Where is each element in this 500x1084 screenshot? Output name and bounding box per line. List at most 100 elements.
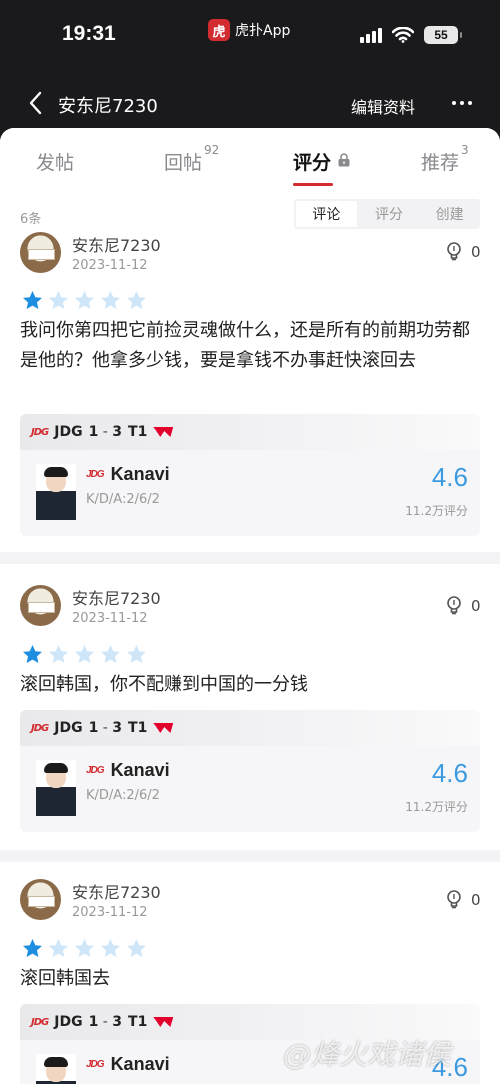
star-filled-icon (23, 939, 42, 957)
player-photo (36, 760, 76, 816)
star-rating (22, 290, 147, 311)
jdg-logo-icon: JDG (86, 1059, 105, 1070)
lightbulb-icon (447, 242, 461, 261)
tab-recommend[interactable]: 推荐3 (421, 143, 469, 175)
replies-count-badge: 92 (204, 142, 220, 157)
player-rating: 4.6 (431, 758, 468, 788)
match-score-bar: JDG JDG 1 - 3 T1 (20, 710, 480, 746)
review-text: 我问你第四把它前捡灵魂做什么，还是所有的前期功劳都是他的？他拿多少钱，要是拿钱不… (20, 320, 470, 371)
review-text: 滚回韩国，你不配赚到中国的一分钱 (20, 674, 308, 695)
match-score: 1 - 3 (88, 720, 123, 736)
t1-logo-icon (153, 723, 174, 733)
like-button[interactable]: 0 (446, 890, 481, 909)
cellular-signal-icon (360, 27, 382, 43)
star-empty-icon (101, 645, 120, 663)
star-empty-icon (127, 645, 146, 663)
player-name: Kanavi (110, 1054, 170, 1074)
player-kda: K/D/A:2/6/2 (86, 788, 160, 803)
team2-name: T1 (128, 424, 148, 440)
player-photo (36, 1054, 76, 1084)
segment-created[interactable]: 创建 (419, 199, 480, 229)
like-button[interactable]: 0 (446, 596, 481, 615)
more-options-icon[interactable] (452, 101, 472, 105)
star-rating (22, 644, 147, 665)
review-username[interactable]: 安东尼7230 (72, 585, 161, 609)
app-logo-icon: 虎 (208, 19, 230, 41)
star-filled-icon (23, 645, 42, 663)
list-header: 6条 评论 评分 创建 (0, 190, 500, 230)
t1-logo-icon (153, 1017, 174, 1027)
player-name-row: JDG Kanavi (86, 464, 170, 485)
tab-replies[interactable]: 回帖92 (164, 143, 219, 175)
jdg-logo-icon: JDG (31, 1016, 49, 1028)
top-nav-bar: 安东尼7230 编辑资料 (0, 72, 500, 134)
review-date: 2023-11-12 (72, 258, 148, 273)
jdg-logo-icon: JDG (86, 765, 105, 776)
tab-ratings[interactable]: 评分 (293, 148, 351, 175)
avatar[interactable] (20, 879, 61, 920)
player-rating: 4.6 (431, 462, 468, 492)
filter-segmented-control: 评论 评分 创建 (294, 199, 480, 229)
app-name: 虎扑App (235, 23, 291, 39)
recommend-count-badge: 3 (461, 142, 469, 157)
like-count: 0 (471, 890, 481, 909)
back-arrow-icon[interactable] (26, 90, 46, 116)
match-score: 1 - 3 (88, 424, 123, 440)
watermark: @烽火戏诸侯 (283, 1038, 452, 1071)
star-empty-icon (127, 939, 146, 957)
review-username[interactable]: 安东尼7230 (72, 879, 161, 903)
team1-name: JDG (54, 1014, 83, 1030)
battery-icon: 55 (424, 26, 462, 44)
team2-name: T1 (128, 1014, 148, 1030)
star-empty-icon (101, 291, 120, 309)
review-count: 6条 (20, 212, 42, 227)
review-username[interactable]: 安东尼7230 (72, 232, 161, 256)
segment-comments[interactable]: 评论 (296, 201, 357, 227)
team1-name: JDG (54, 720, 83, 736)
match-card[interactable]: JDG JDG 1 - 3 T1 JDG Kanavi K/D/A:2/6/2 … (20, 414, 480, 536)
app-indicator: 虎 虎扑App (208, 19, 290, 41)
star-filled-icon (23, 291, 42, 309)
star-empty-icon (49, 645, 68, 663)
like-count: 0 (471, 242, 481, 261)
star-empty-icon (101, 939, 120, 957)
rating-count: 11.2万评分 (405, 800, 468, 814)
team1-name: JDG (54, 424, 83, 440)
match-card[interactable]: JDG JDG 1 - 3 T1 JDG Kanavi K/D/A:2/6/2 … (20, 710, 480, 832)
avatar[interactable] (20, 585, 61, 626)
content-sheet: 发帖 回帖92 评分 推荐3 6条 评论 评分 创建 安东尼7230 2023-… (0, 128, 500, 1084)
star-empty-icon (75, 645, 94, 663)
review-date: 2023-11-12 (72, 611, 148, 626)
segment-ratings[interactable]: 评分 (359, 199, 420, 229)
review-card[interactable]: 安东尼7230 2023-11-12 0 滚回韩国，你不配赚到中国的一分钱 JD… (0, 564, 500, 850)
status-bar: 19:31 虎 虎扑App 55 (0, 0, 500, 72)
player-name: Kanavi (110, 760, 170, 780)
player-kda: K/D/A:2/6/2 (86, 492, 160, 507)
star-empty-icon (75, 939, 94, 957)
review-card[interactable]: 安东尼7230 2023-11-12 0 我问你第四把它前捡灵魂做什么，还是所有… (0, 230, 500, 552)
jdg-logo-icon: JDG (31, 426, 49, 438)
player-name: Kanavi (110, 464, 170, 484)
team2-name: T1 (128, 720, 148, 736)
profile-tabs: 发帖 回帖92 评分 推荐3 (0, 128, 500, 190)
player-name-row: JDG Kanavi (86, 760, 170, 781)
review-text: 滚回韩国去 (20, 968, 110, 989)
like-count: 0 (471, 596, 481, 615)
t1-logo-icon (153, 427, 174, 437)
lightbulb-icon (447, 596, 461, 615)
lock-icon (338, 153, 350, 167)
tab-posts[interactable]: 发帖 (36, 148, 74, 175)
avatar[interactable] (20, 232, 61, 273)
player-photo (36, 464, 76, 520)
wifi-icon (392, 27, 414, 43)
star-empty-icon (75, 291, 94, 309)
lightbulb-icon (447, 890, 461, 909)
star-rating (22, 938, 147, 959)
star-empty-icon (49, 939, 68, 957)
match-score-bar: JDG JDG 1 - 3 T1 (20, 414, 480, 450)
match-score: 1 - 3 (88, 1014, 123, 1030)
edit-profile-button[interactable]: 编辑资料 (351, 94, 415, 118)
like-button[interactable]: 0 (446, 242, 481, 261)
active-tab-indicator (293, 183, 333, 186)
status-icons: 55 (360, 26, 462, 44)
